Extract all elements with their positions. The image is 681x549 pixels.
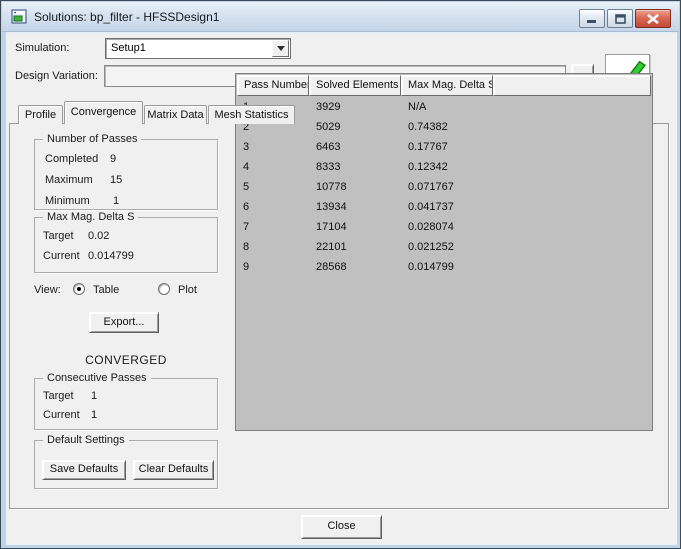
- simulation-selected-value: Setup1: [111, 42, 146, 54]
- delta-s-cell: N/A: [408, 97, 426, 117]
- maximize-icon: [615, 14, 626, 24]
- solved-elements-cell: 13934: [316, 197, 347, 217]
- view-label: View:: [34, 284, 61, 296]
- table-row[interactable]: 9 28568 0.014799: [237, 257, 651, 277]
- convergence-table: Pass Number Solved Elements Max Mag. Del…: [235, 73, 653, 431]
- target-value: 0.02: [88, 230, 109, 242]
- pass-number-cell: 4: [243, 157, 249, 177]
- delta-s-cell: 0.74382: [408, 117, 448, 137]
- pass-number-cell: 3: [243, 137, 249, 157]
- simulation-label: Simulation:: [15, 42, 69, 54]
- delta-s-cell: 0.17767: [408, 137, 448, 157]
- close-window-button[interactable]: [635, 9, 671, 28]
- tab-profile[interactable]: Profile: [18, 105, 63, 124]
- target-label: Target: [43, 230, 74, 242]
- solutions-dialog: Solutions: bp_filter - HFSSDesign1 Simul…: [0, 0, 681, 549]
- view-table-label[interactable]: Table: [93, 284, 119, 296]
- column-header-solved-elements: Solved Elements: [309, 75, 401, 96]
- solved-elements-cell: 28568: [316, 257, 347, 277]
- solved-elements-cell: 6463: [316, 137, 340, 157]
- consecutive-target-row: Target 1: [43, 390, 74, 402]
- table-row[interactable]: 6 13934 0.041737: [237, 197, 651, 217]
- table-row[interactable]: 5 10778 0.071767: [237, 177, 651, 197]
- solved-elements-cell: 22101: [316, 237, 347, 257]
- simulation-select[interactable]: Setup1: [105, 38, 291, 59]
- minimum-row: Minimum 1: [45, 195, 90, 207]
- delta-s-cell: 0.12342: [408, 157, 448, 177]
- delta-s-cell: 0.021252: [408, 237, 454, 257]
- max-mag-delta-s-title: Max Mag. Delta S: [43, 211, 138, 223]
- maximum-row: Maximum 15: [45, 174, 93, 186]
- table-row[interactable]: 1 3929 N/A: [237, 97, 651, 117]
- consecutive-current-label: Current: [43, 409, 80, 421]
- minimize-icon: [587, 14, 597, 23]
- view-plot-radio[interactable]: [158, 283, 170, 295]
- solved-elements-cell: 3929: [316, 97, 340, 117]
- completed-row: Completed 9: [45, 153, 98, 165]
- export-button[interactable]: Export...: [89, 312, 159, 333]
- number-of-passes-title: Number of Passes: [43, 133, 141, 145]
- view-plot-label[interactable]: Plot: [178, 284, 197, 296]
- consecutive-current-row: Current 1: [43, 409, 80, 421]
- table-row[interactable]: 7 17104 0.028074: [237, 217, 651, 237]
- chevron-down-icon: [277, 46, 285, 51]
- table-row[interactable]: 2 5029 0.74382: [237, 117, 651, 137]
- solved-elements-cell: 8333: [316, 157, 340, 177]
- delta-s-cell: 0.014799: [408, 257, 454, 277]
- delta-s-cell: 0.028074: [408, 217, 454, 237]
- design-variation-label: Design Variation:: [15, 70, 98, 82]
- completed-label: Completed: [45, 153, 98, 165]
- view-table-radio[interactable]: [73, 283, 85, 295]
- current-value: 0.014799: [88, 250, 134, 262]
- pass-number-cell: 9: [243, 257, 249, 277]
- target-row: Target 0.02: [43, 230, 74, 242]
- tab-mesh-statistics[interactable]: Mesh Statistics: [208, 105, 295, 124]
- default-settings-title: Default Settings: [43, 434, 129, 446]
- maximize-button[interactable]: [607, 9, 633, 28]
- tab-convergence[interactable]: Convergence: [64, 101, 143, 124]
- consecutive-target-label: Target: [43, 390, 74, 402]
- solved-elements-cell: 17104: [316, 217, 347, 237]
- convergence-status: CONVERGED: [34, 353, 218, 367]
- pass-number-cell: 7: [243, 217, 249, 237]
- delta-s-cell: 0.071767: [408, 177, 454, 197]
- minimum-value: 1: [113, 195, 119, 207]
- table-row[interactable]: 3 6463 0.17767: [237, 137, 651, 157]
- default-settings-group: Default Settings Save Defaults Clear Def…: [34, 440, 218, 489]
- clear-defaults-button[interactable]: Clear Defaults: [133, 460, 214, 480]
- max-mag-delta-s-group: Max Mag. Delta S Target 0.02 Current 0.0…: [34, 217, 218, 273]
- minimize-button[interactable]: [579, 9, 605, 28]
- pass-number-cell: 8: [243, 237, 249, 257]
- consecutive-passes-title: Consecutive Passes: [43, 372, 151, 384]
- tab-matrix-data[interactable]: Matrix Data: [144, 105, 207, 124]
- maximum-label: Maximum: [45, 174, 93, 186]
- delta-s-cell: 0.041737: [408, 197, 454, 217]
- solved-elements-cell: 5029: [316, 117, 340, 137]
- close-button[interactable]: Close: [301, 515, 382, 539]
- minimum-label: Minimum: [45, 195, 90, 207]
- consecutive-target-value: 1: [91, 390, 97, 402]
- completed-value: 9: [110, 153, 116, 165]
- current-row: Current 0.014799: [43, 250, 80, 262]
- table-row[interactable]: 4 8333 0.12342: [237, 157, 651, 177]
- app-window-icon: [11, 9, 27, 25]
- maximum-value: 15: [110, 174, 122, 186]
- consecutive-current-value: 1: [91, 409, 97, 421]
- pass-number-cell: 6: [243, 197, 249, 217]
- combo-dropdown-button[interactable]: [272, 40, 289, 57]
- title-bar[interactable]: Solutions: bp_filter - HFSSDesign1: [2, 2, 679, 32]
- pass-number-cell: 5: [243, 177, 249, 197]
- solved-elements-cell: 10778: [316, 177, 347, 197]
- save-defaults-button[interactable]: Save Defaults: [42, 460, 126, 480]
- current-label: Current: [43, 250, 80, 262]
- column-header-empty: [493, 75, 651, 96]
- column-header-max-mag-delta-s: Max Mag. Delta S: [401, 75, 493, 96]
- table-row[interactable]: 8 22101 0.021252: [237, 237, 651, 257]
- dialog-client-area: Simulation: Setup1 Design Variation: ...…: [6, 32, 677, 545]
- close-icon: [647, 14, 659, 24]
- window-title: Solutions: bp_filter - HFSSDesign1: [34, 10, 219, 24]
- number-of-passes-group: Number of Passes Completed 9 Maximum 15 …: [34, 139, 218, 210]
- column-header-pass-number: Pass Number: [237, 75, 309, 96]
- consecutive-passes-group: Consecutive Passes Target 1 Current 1: [34, 378, 218, 430]
